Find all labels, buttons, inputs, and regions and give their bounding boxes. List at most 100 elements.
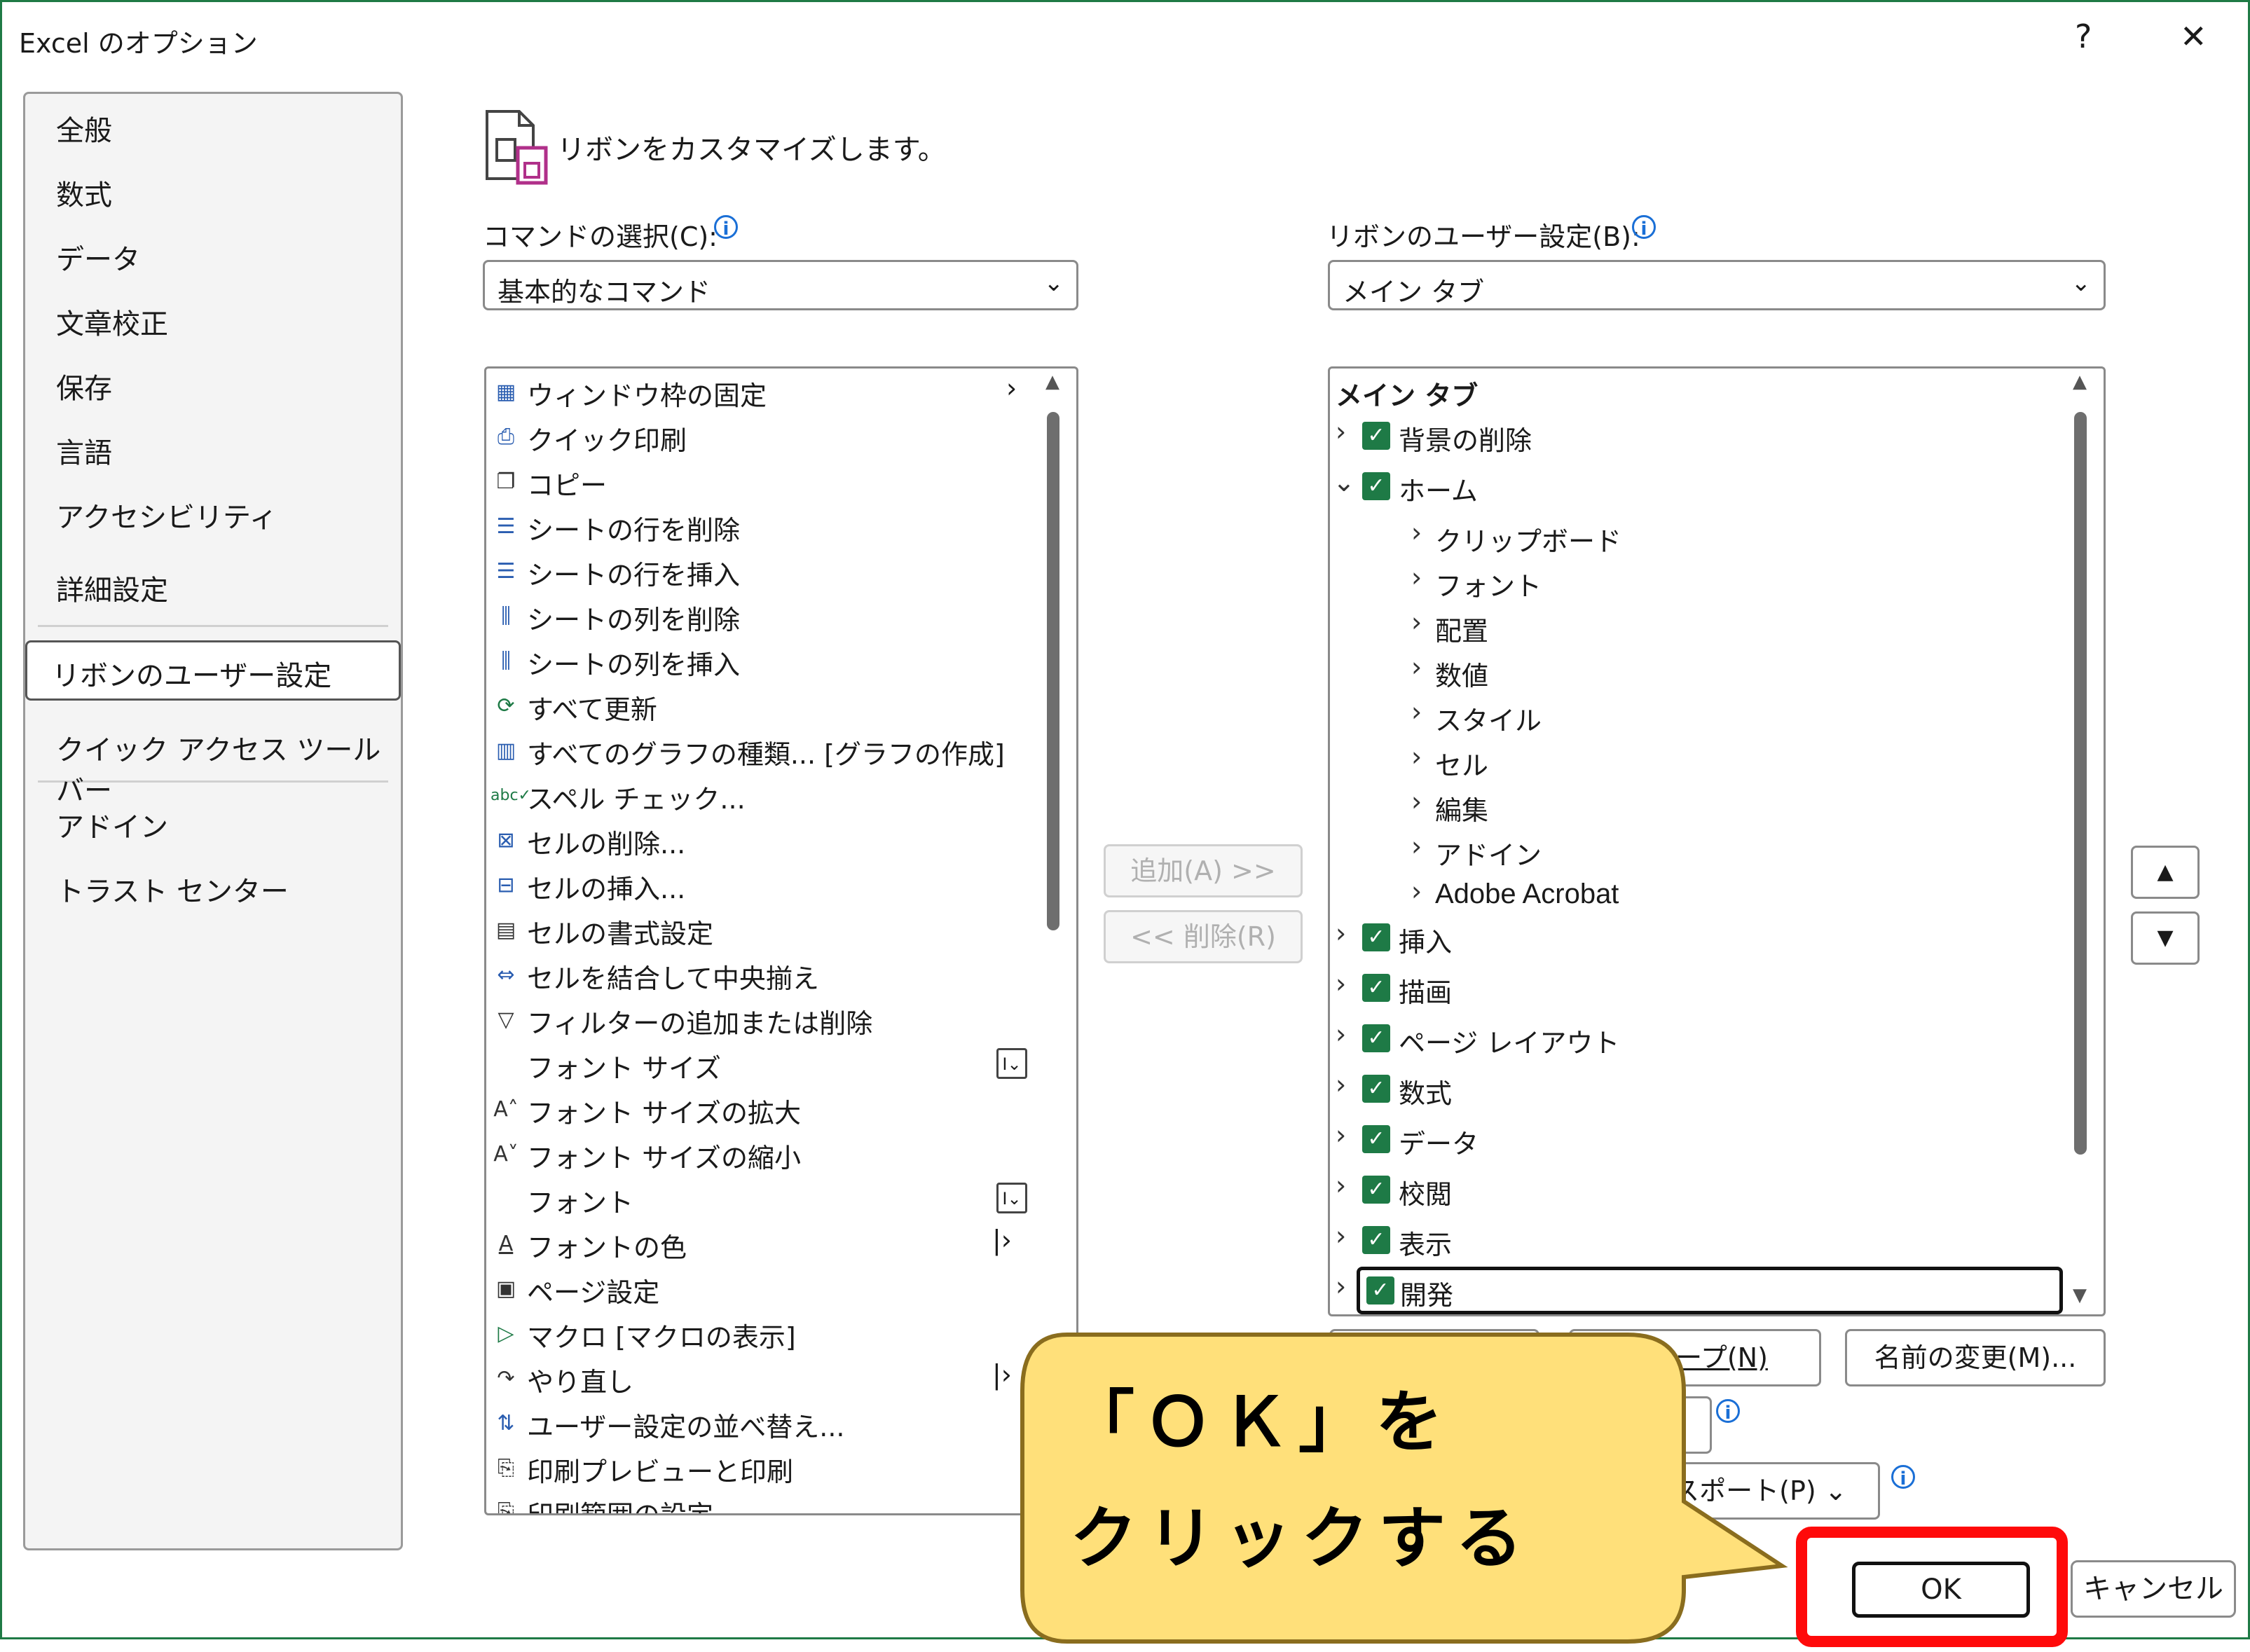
chevron-right-icon: ›	[1336, 1120, 1347, 1150]
nav-item-addins[interactable]: アドイン	[56, 804, 168, 845]
nav-item-trust-center[interactable]: トラスト センター	[56, 869, 289, 909]
chevron-right-icon: ›	[1336, 416, 1347, 447]
chevron-right-icon: ›	[1336, 1069, 1347, 1100]
nav-item-quick-access-toolbar[interactable]: クイック アクセス ツール バー	[56, 727, 401, 808]
nav-item-customize-ribbon[interactable]: リボンのユーザー設定	[52, 653, 331, 694]
checkbox-checked-icon[interactable]: ✓	[1362, 1176, 1390, 1204]
checkbox-checked-icon[interactable]: ✓	[1366, 1276, 1394, 1305]
close-button[interactable]: ✕	[2180, 18, 2207, 55]
scroll-up-arrow-icon[interactable]: ▲	[1045, 371, 1059, 392]
cancel-button[interactable]: キャンセル	[2071, 1560, 2236, 1618]
import-export-button[interactable]: クスポート(P) ⌄	[1614, 1462, 1880, 1520]
nav-item-language[interactable]: 言語	[56, 430, 112, 471]
sort-icon: ⇅	[497, 1411, 515, 1436]
commands-dropdown-value: 基本的なコマンド	[498, 277, 711, 308]
nav-item-accessibility[interactable]: アクセシビリティ	[56, 495, 277, 535]
window-title: Excel のオプション	[19, 28, 258, 59]
chevron-right-icon: ›	[1336, 1170, 1347, 1201]
chevron-right-icon: ›	[1336, 1271, 1347, 1302]
font-size-box-icon: I⌄	[996, 1048, 1027, 1079]
commands-list[interactable]: ▲ ▦ ウィンドウ枠の固定 › ⎙ クイック印刷 ❐ コピー ☰ シートの行を削除 ☰ シー…	[484, 366, 1078, 1515]
ok-button[interactable]: OK	[1852, 1562, 2030, 1618]
scroll-down-arrow-icon[interactable]: ▼	[2073, 1285, 2087, 1306]
ribbon-tree[interactable]: ▲ ▼ メイン タブ › ✓ 背景の削除 ⌄ ✓ ホーム › クリップボード › フォント …	[1328, 366, 2106, 1316]
copy-icon: ❐	[496, 469, 516, 494]
macro-icon: ▷	[498, 1321, 514, 1346]
selection-frame	[1357, 1267, 2063, 1314]
remove-button[interactable]: << 削除(R)	[1104, 910, 1303, 963]
scroll-up-arrow-icon[interactable]: ▲	[2073, 371, 2087, 392]
freeze-panes-icon: ▦	[495, 380, 516, 404]
nav-item-general[interactable]: 全般	[56, 108, 112, 149]
checkbox-checked-icon[interactable]: ✓	[1362, 1226, 1390, 1254]
ribbon-scrollbar[interactable]	[2074, 412, 2087, 1155]
delete-column-icon: ⫼	[501, 604, 511, 628]
font-shrink-icon: A˅	[493, 1142, 519, 1166]
chart-icon: ▥	[495, 738, 516, 763]
chevron-right-icon: ›	[1411, 517, 1422, 548]
chevron-right-icon: ›	[1411, 562, 1422, 593]
checkbox-checked-icon[interactable]: ✓	[1362, 1125, 1390, 1153]
nav-divider	[38, 625, 388, 627]
help-button[interactable]: ?	[2075, 18, 2092, 55]
quick-print-icon: ⎙	[498, 425, 514, 449]
checkbox-checked-icon[interactable]: ✓	[1362, 1075, 1390, 1103]
nav-item-proofing[interactable]: 文章校正	[56, 301, 168, 342]
chevron-right-icon: ›	[1336, 968, 1347, 999]
nav-item-data[interactable]: データ	[56, 237, 140, 277]
checkbox-checked-icon[interactable]: ✓	[1362, 974, 1390, 1002]
ribbon-dropdown-value: メイン タブ	[1343, 277, 1485, 308]
info-icon[interactable]: i	[1716, 1399, 1740, 1424]
nav-item-formulas[interactable]: 数式	[56, 172, 112, 213]
refresh-all-icon: ⟳	[497, 694, 515, 718]
redo-icon: ↷	[497, 1366, 515, 1391]
new-group-button[interactable]: グループ(N)	[1569, 1329, 1821, 1386]
nav-item-save[interactable]: 保存	[56, 366, 112, 406]
chevron-right-icon: ›	[1411, 831, 1422, 862]
split-chevron-right-icon: |›	[992, 1359, 1012, 1390]
font-box-icon: I⌄	[996, 1183, 1027, 1213]
rename-button[interactable]: 名前の変更(M)...	[1845, 1329, 2106, 1386]
checkbox-checked-icon[interactable]: ✓	[1362, 472, 1390, 500]
delete-cells-icon: ⊠	[497, 828, 515, 853]
options-nav: 全般 数式 データ 文章校正 保存 言語 アクセシビリティ 詳細設定 リボンのユ…	[23, 92, 403, 1550]
info-icon[interactable]: i	[1891, 1465, 1915, 1489]
page-heading: リボンをカスタマイズします。	[557, 134, 946, 166]
spell-check-icon: abc✓	[491, 787, 531, 804]
chevron-right-icon: ›	[1336, 918, 1347, 949]
nav-item-advanced[interactable]: 詳細設定	[56, 567, 168, 608]
checkbox-checked-icon[interactable]: ✓	[1362, 923, 1390, 951]
tree-tab-item-selected[interactable]: › ✓ 開発	[1330, 1267, 2064, 1314]
info-icon[interactable]: i	[1632, 215, 1656, 240]
reset-button[interactable]	[1614, 1396, 1712, 1454]
insert-column-icon: ⫼	[501, 649, 511, 673]
ribbon-dropdown[interactable]: メイン タブ ⌄	[1328, 260, 2106, 310]
delete-row-icon: ☰	[496, 514, 516, 539]
commands-label: コマンドの選択(C):	[483, 221, 718, 252]
customize-ribbon-icon	[486, 110, 548, 185]
callout-line-1: 「ＯＫ」を	[1067, 1383, 1453, 1461]
excel-options-dialog: Excel のオプション ? ✕ 全般 数式 データ 文章校正 保存 言語 アク…	[0, 0, 2250, 1647]
chevron-right-icon: ›	[1411, 741, 1422, 772]
format-cells-icon: ▤	[495, 918, 516, 942]
info-icon[interactable]: i	[714, 215, 738, 240]
checkbox-checked-icon[interactable]: ✓	[1362, 1024, 1390, 1052]
print-area-icon: ⎘	[498, 1499, 514, 1515]
commands-scrollbar[interactable]	[1047, 412, 1059, 930]
move-down-button[interactable]: ▼	[2131, 911, 2200, 965]
callout-line-2: クリックする	[1070, 1499, 1532, 1578]
chevron-down-icon: ⌄	[1333, 467, 1355, 497]
add-button[interactable]: 追加(A) >>	[1104, 844, 1303, 897]
commands-dropdown[interactable]: 基本的なコマンド ⌄	[483, 260, 1078, 310]
chevron-right-icon: ›	[1006, 373, 1017, 404]
insert-row-icon: ☰	[496, 559, 516, 584]
checkbox-checked-icon[interactable]: ✓	[1362, 422, 1390, 450]
chevron-right-icon: ›	[1411, 652, 1422, 682]
print-preview-icon: ⎘	[498, 1456, 514, 1480]
font-grow-icon: A˄	[493, 1097, 519, 1122]
font-color-icon: A	[498, 1232, 514, 1256]
filter-icon: ▽	[498, 1007, 514, 1032]
new-tab-button[interactable]	[1329, 1329, 1539, 1386]
chevron-right-icon: ›	[1336, 1019, 1347, 1049]
move-up-button[interactable]: ▲	[2131, 846, 2200, 899]
